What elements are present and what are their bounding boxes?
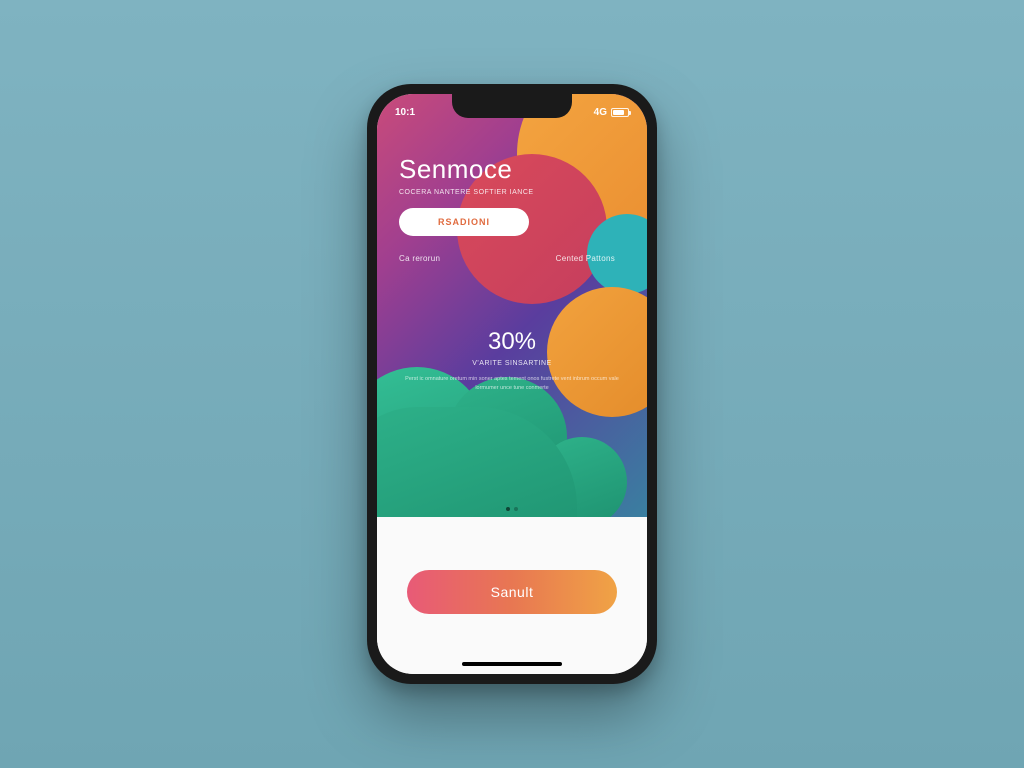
metric-desc: Perst ic omnature oretum min soner aptes… <box>399 375 625 393</box>
metric-block: 30% V'ARITE SINSARTINE Perst ic omnature… <box>399 328 625 393</box>
app-title: Senmoce <box>399 154 625 185</box>
metric-value: 30% <box>399 328 625 356</box>
link-left[interactable]: Ca rerorun <box>399 254 440 263</box>
device-notch <box>452 94 572 118</box>
indicator-dot <box>514 507 518 511</box>
app-subtitle: COCERA NANTERE SOFTIER IANCE <box>399 189 625 196</box>
battery-icon <box>611 108 629 117</box>
bottom-panel: Sanult <box>377 517 647 674</box>
phone-screen: 10:1 4G Senmoce COCERA NANTERE SOFTIER I… <box>377 94 647 674</box>
status-right: 4G <box>594 107 629 118</box>
page-indicator[interactable] <box>506 507 518 511</box>
phone-frame: 10:1 4G Senmoce COCERA NANTERE SOFTIER I… <box>367 84 657 684</box>
link-right[interactable]: Cented Pattons <box>556 254 615 263</box>
link-row: Ca rerorun Cented Pattons <box>399 254 625 263</box>
status-network: 4G <box>594 107 607 118</box>
primary-cta-button[interactable]: Sanult <box>407 570 618 614</box>
home-indicator[interactable] <box>462 662 562 666</box>
pill-button[interactable]: RSADIONI <box>399 208 529 236</box>
hero-content: Senmoce COCERA NANTERE SOFTIER IANCE RSA… <box>377 94 647 517</box>
metric-label: V'ARITE SINSARTINE <box>399 360 625 367</box>
status-time: 10:1 <box>395 107 415 118</box>
indicator-dot <box>506 507 510 511</box>
hero-section: Senmoce COCERA NANTERE SOFTIER IANCE RSA… <box>377 94 647 517</box>
